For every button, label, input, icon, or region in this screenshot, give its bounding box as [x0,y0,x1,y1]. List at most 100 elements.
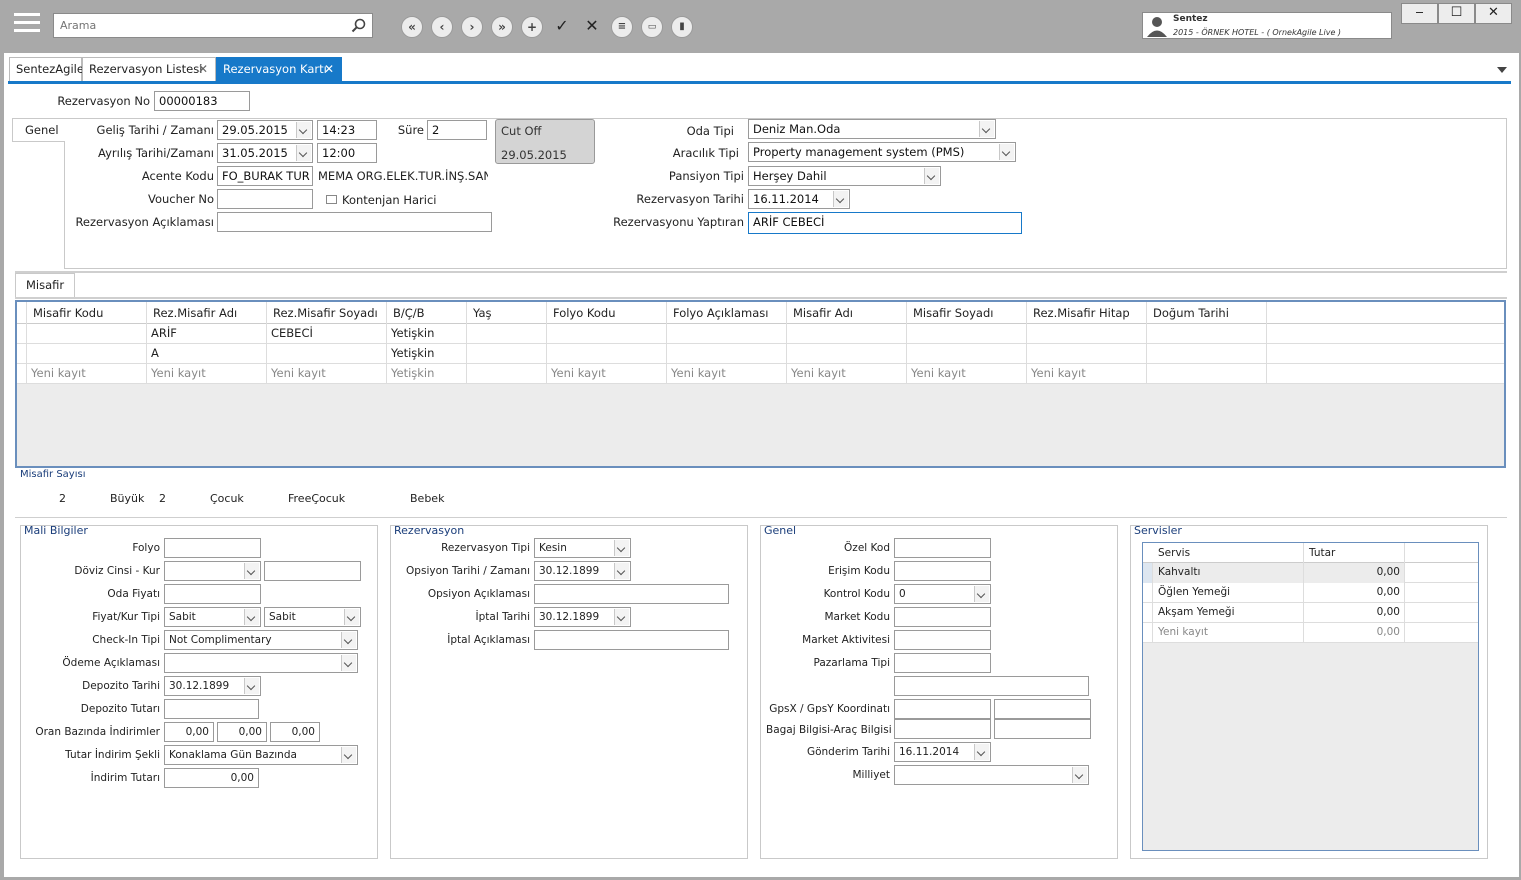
first-record-icon[interactable]: « [401,16,423,38]
broker-select[interactable]: Property management system (PMS) [748,142,1016,162]
option-desc-field[interactable] [534,584,729,604]
cancel-date-field[interactable]: 30.12.1899 [534,607,631,627]
table-cell[interactable] [1147,324,1267,344]
row-indicator[interactable] [17,344,27,364]
search-input[interactable] [54,14,344,37]
add-icon[interactable]: + [521,16,543,38]
table-cell[interactable] [1147,344,1267,364]
baggage-field[interactable] [894,719,991,739]
service-name[interactable]: Yeni kayıt [1153,623,1304,643]
cancel-x-icon[interactable]: ✕ [581,16,603,38]
market-activity-field[interactable] [894,630,991,650]
made-by-field[interactable]: ARİF CEBECİ [748,212,1022,234]
chevron-down-icon[interactable] [244,563,259,579]
service-name[interactable]: Akşam Yemeği [1153,603,1304,623]
chevron-down-icon[interactable] [924,168,939,184]
discount-type-select[interactable]: Konaklama Gün Bazında [164,745,358,765]
tab-dropdown-icon[interactable] [1497,67,1507,73]
print-icon[interactable]: ▭ [641,16,663,38]
close-tab-icon[interactable]: ✕ [198,58,208,80]
rez-no-field[interactable]: 00000183 [154,91,250,111]
nationality-select[interactable] [894,765,1089,785]
chevron-down-icon[interactable] [974,744,989,760]
rez-type-select[interactable]: Kesin [534,538,631,558]
row-indicator[interactable] [1143,603,1153,623]
departure-date-field[interactable]: 31.05.2015 [217,143,313,163]
table-cell[interactable] [547,324,667,344]
close-tab-icon[interactable]: ✕ [324,58,334,80]
payment-desc-select[interactable] [164,653,358,673]
tab-rezervasyon-listesi[interactable]: Rezervasyon Listesi ✕ [82,57,216,81]
row-indicator[interactable] [17,324,27,344]
table-cell[interactable]: Yeni kayıt [787,364,907,384]
departure-time-field[interactable]: 12:00 [317,143,377,163]
service-amount[interactable]: 0,00 [1304,563,1405,583]
chevron-down-icon[interactable] [296,145,311,161]
gps-x-field[interactable] [894,699,991,719]
previous-record-icon[interactable]: ‹ [431,16,453,38]
grid-column-header[interactable]: Folyo Kodu [547,302,667,324]
hamburger-menu-icon[interactable] [14,13,40,37]
chevron-down-icon[interactable] [344,609,359,625]
search-box[interactable] [53,13,373,38]
chevron-down-icon[interactable] [614,563,629,579]
table-cell[interactable] [547,344,667,364]
table-cell[interactable] [267,344,387,364]
voucher-field[interactable] [217,189,313,209]
table-cell[interactable]: A [147,344,267,364]
table-cell[interactable] [667,324,787,344]
save-check-icon[interactable]: ✓ [551,16,573,38]
arrival-date-field[interactable]: 29.05.2015 [217,120,313,140]
table-cell[interactable] [1027,324,1147,344]
table-cell[interactable] [27,344,147,364]
chevron-down-icon[interactable] [341,655,356,671]
marketing-type-field[interactable] [894,653,991,673]
row-indicator[interactable] [1143,623,1153,643]
chevron-down-icon[interactable] [614,540,629,556]
send-date-field[interactable]: 16.11.2014 [894,742,991,762]
vehicle-field[interactable] [994,719,1091,739]
grid-column-header[interactable]: Misafir Soyadı [907,302,1027,324]
service-name[interactable]: Öğlen Yemeği [1153,583,1304,603]
tab-rezervasyon-karti[interactable]: Rezervasyon Kartı ✕ [216,57,342,81]
access-code-field[interactable] [894,561,991,581]
table-cell[interactable] [907,344,1027,364]
table-cell[interactable] [27,324,147,344]
chevron-down-icon[interactable] [244,678,259,694]
room-type-select[interactable]: Deniz Man.Oda [748,119,996,139]
board-select[interactable]: Herşey Dahil [748,166,941,186]
table-cell[interactable] [787,324,907,344]
table-cell[interactable] [467,344,547,364]
desc-field[interactable] [217,212,492,232]
arrival-time-field[interactable]: 14:23 [317,120,377,140]
deposit-amount-field[interactable] [164,699,259,719]
last-record-icon[interactable]: » [491,16,513,38]
table-cell[interactable]: Yetişkin [387,364,467,384]
table-cell[interactable]: Yeni kayıt [1027,364,1147,384]
chevron-down-icon[interactable] [296,122,311,138]
table-cell[interactable]: Yeni kayıt [547,364,667,384]
table-cell[interactable] [787,344,907,364]
currency-select[interactable] [164,561,261,581]
market-code-field[interactable] [894,607,991,627]
grid-column-header[interactable]: Rez.Misafir Soyadı [267,302,387,324]
user-info-box[interactable]: Sentez 2015 - ÖRNEK HOTEL - ( OrnekAgile… [1142,12,1392,39]
next-record-icon[interactable]: › [461,16,483,38]
discount-2-field[interactable]: 0,00 [217,722,267,742]
grid-column-header[interactable]: Rez.Misafir Hitap [1027,302,1147,324]
chevron-down-icon[interactable] [833,191,848,207]
table-cell[interactable]: Yeni kayıt [907,364,1027,384]
special-code-field[interactable] [894,538,991,558]
tab-genel[interactable]: Genel [12,118,65,142]
minimize-button[interactable]: ‒ [1401,3,1438,24]
chevron-down-icon[interactable] [244,609,259,625]
rez-date-field[interactable]: 16.11.2014 [748,189,850,209]
price-type-select[interactable]: Sabit [164,607,261,627]
gps-y-field[interactable] [994,699,1091,719]
service-name[interactable]: Kahvaltı [1153,563,1304,583]
close-window-button[interactable]: ✕ [1475,3,1512,24]
rate-field[interactable] [264,561,361,581]
table-cell[interactable] [1147,364,1267,384]
duration-field[interactable]: 2 [427,120,487,140]
option-date-field[interactable]: 30.12.1899 [534,561,631,581]
